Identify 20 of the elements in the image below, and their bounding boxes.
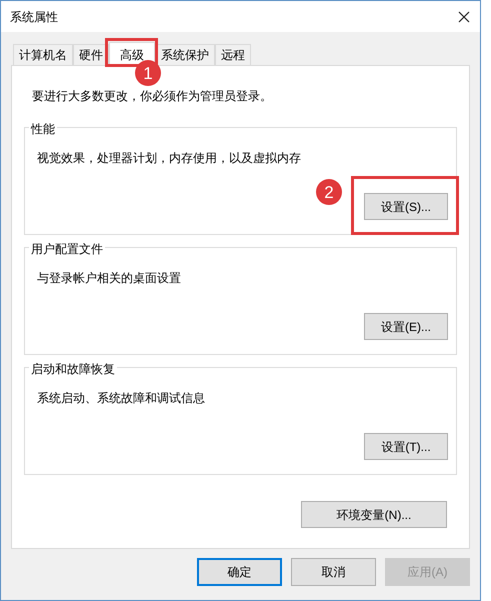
settings-button[interactable]: 设置(E)... (364, 313, 448, 340)
notice-text: 要进行大多数更改，你必须作为管理员登录。 (31, 88, 273, 105)
step-number-badge: 2 (316, 179, 342, 205)
settings-button[interactable]: 设置(T)... (364, 433, 448, 460)
tab[interactable]: 远程 (215, 44, 251, 65)
group-title: 启动和故障恢复 (29, 360, 117, 378)
group-description: 视觉效果，处理器计划，内存使用，以及虚拟内存 (37, 150, 302, 167)
group-description: 与登录帐户相关的桌面设置 (37, 270, 182, 287)
tab[interactable]: 计算机名 (13, 44, 73, 65)
group-title: 性能 (29, 120, 57, 138)
dialog-button[interactable]: 取消 (291, 558, 376, 586)
settings-button[interactable]: 设置(S)... (364, 193, 448, 220)
group-description: 系统启动、系统故障和调试信息 (37, 390, 206, 407)
dialog-button[interactable]: 确定 (197, 558, 282, 586)
tab[interactable]: 硬件 (73, 44, 109, 65)
close-icon[interactable] (458, 10, 470, 22)
environment-variables-button[interactable]: 环境变量(N)... (301, 501, 447, 528)
tab[interactable]: 系统保护 (155, 44, 215, 65)
window-title: 系统属性 (10, 8, 58, 26)
group-title: 用户配置文件 (29, 240, 105, 258)
